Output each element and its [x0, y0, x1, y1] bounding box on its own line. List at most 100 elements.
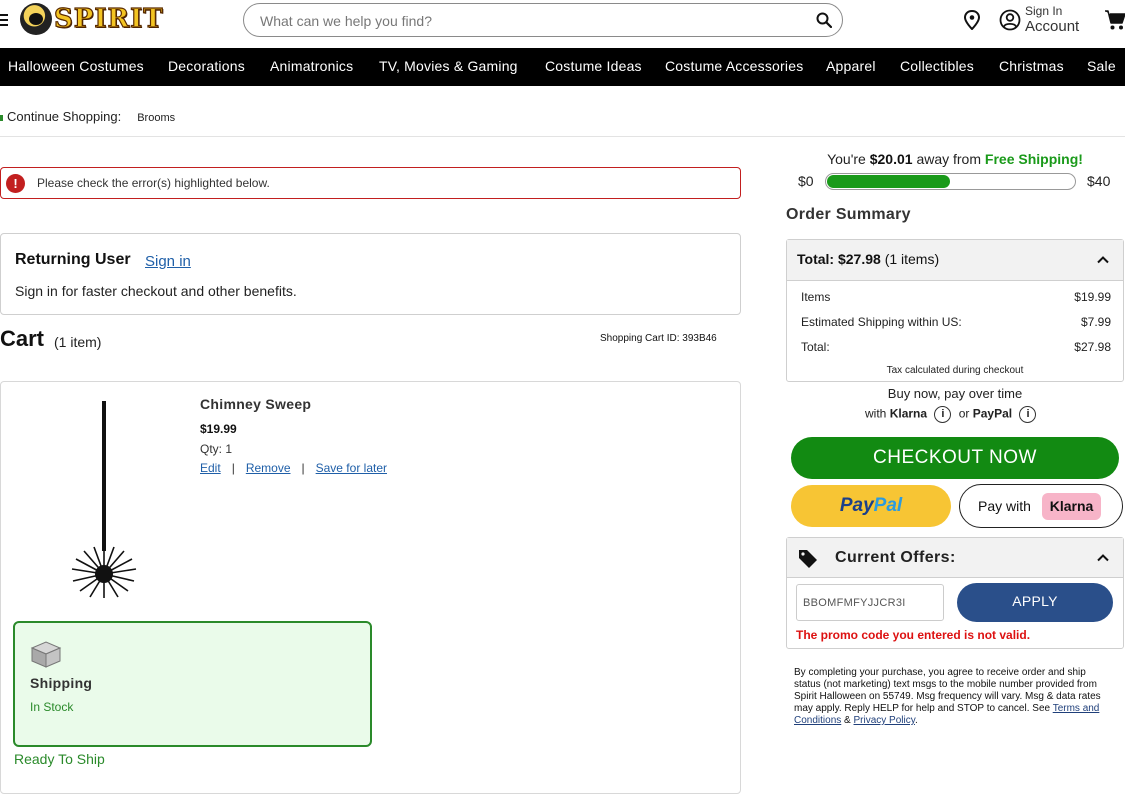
klarna-button[interactable]: Pay with Klarna: [959, 484, 1123, 528]
breadcrumb-marker: [0, 114, 3, 121]
bnpl-paypal: PayPal: [972, 406, 1013, 421]
cart-id: Shopping Cart ID: 393B46: [600, 333, 717, 344]
summary-row-items: Items $19.99: [801, 290, 1111, 304]
nav-item-costume-accessories[interactable]: Costume Accessories: [665, 58, 803, 74]
skull-logo-icon: [20, 3, 52, 35]
hamburger-icon[interactable]: [0, 14, 8, 26]
sign-in-link[interactable]: Sign in: [145, 253, 191, 270]
order-summary-panel: Total: $27.98 (1 items) Items $19.99 Est…: [786, 239, 1124, 382]
tax-note: Tax calculated during checkout: [886, 365, 1024, 376]
search-bar: [243, 3, 843, 37]
search-icon[interactable]: [816, 12, 832, 28]
order-total-label: Total:: [797, 251, 835, 267]
legal-end: .: [915, 715, 918, 726]
legal-amp: &: [844, 715, 851, 726]
current-offers-header[interactable]: Current Offers:: [787, 538, 1123, 578]
summary-row-total: Total: $27.98: [801, 340, 1111, 354]
tag-icon: [799, 550, 817, 568]
bnpl-message: Buy now, pay over time: [887, 386, 1023, 401]
chevron-up-icon[interactable]: [1097, 552, 1109, 564]
paypal-button[interactable]: PayPal: [791, 485, 951, 527]
nav-item-apparel[interactable]: Apparel: [826, 58, 876, 74]
account-icon[interactable]: [999, 9, 1021, 31]
summary-label: Estimated Shipping within US:: [801, 315, 962, 329]
ready-to-ship-status: Ready To Ship: [14, 751, 105, 767]
nav-item-tv-movies-gaming[interactable]: TV, Movies & Gaming: [379, 58, 518, 74]
nav-item-halloween-costumes[interactable]: Halloween Costumes: [8, 58, 144, 74]
checkout-now-button[interactable]: CHECKOUT NOW: [791, 437, 1119, 479]
remove-link[interactable]: Remove: [246, 461, 291, 475]
main-nav: Halloween Costumes Decorations Animatron…: [0, 48, 1125, 86]
returning-user-panel: Returning User Sign in Sign in for faste…: [0, 233, 741, 315]
progress-fill: [827, 175, 951, 188]
progress-max-label: $40: [1087, 173, 1111, 189]
progress-min-label: $0: [798, 173, 814, 189]
promo-error-message: The promo code you entered is not valid.: [796, 628, 1031, 642]
paypal-logo-pal: Pal: [873, 495, 903, 516]
order-total-items: (1 items): [884, 251, 940, 267]
nav-item-animatronics[interactable]: Animatronics: [270, 58, 353, 74]
product-actions: Edit | Remove | Save for later: [200, 461, 387, 475]
order-total-value: $27.98: [837, 251, 881, 267]
site-header: SPIRIT Sign In Account: [0, 0, 1125, 46]
product-image[interactable]: [68, 399, 140, 599]
free-shipping-label: Free Shipping!: [984, 151, 1083, 167]
info-icon[interactable]: i: [934, 406, 952, 423]
box-icon: [30, 641, 62, 668]
returning-user-subtitle: Sign in for faster checkout and other be…: [15, 283, 297, 299]
current-offers-title: Current Offers:: [835, 549, 956, 566]
promo-code-input[interactable]: [796, 584, 944, 621]
product-name[interactable]: Chimney Sweep: [200, 396, 311, 412]
breadcrumb: Continue Shopping: Brooms: [0, 109, 175, 124]
stock-status: In Stock: [30, 700, 74, 714]
nav-item-christmas[interactable]: Christmas: [999, 58, 1064, 74]
nav-item-collectibles[interactable]: Collectibles: [900, 58, 974, 74]
returning-user-title: Returning User: [15, 251, 131, 268]
paypal-logo-pay: Pay: [839, 495, 874, 516]
edit-link[interactable]: Edit: [200, 461, 221, 475]
free-shipping-middle: away from: [916, 151, 982, 167]
privacy-link[interactable]: Privacy Policy: [854, 715, 916, 726]
separator: |: [301, 461, 305, 475]
info-icon[interactable]: i: [1019, 406, 1037, 423]
divider: [0, 136, 1125, 137]
error-icon: !: [6, 174, 25, 193]
location-icon[interactable]: [963, 10, 981, 30]
nav-item-costume-ideas[interactable]: Costume Ideas: [545, 58, 642, 74]
summary-value: $19.99: [1074, 290, 1111, 304]
summary-value: $7.99: [1080, 315, 1111, 329]
summary-label: Total:: [801, 340, 830, 354]
nav-item-decorations[interactable]: Decorations: [168, 58, 245, 74]
order-total: Total: $27.98 (1 items): [797, 251, 939, 267]
nav-item-sale[interactable]: Sale: [1087, 58, 1116, 74]
order-summary-header[interactable]: Total: $27.98 (1 items): [787, 240, 1123, 281]
product-quantity: Qty: 1: [200, 442, 233, 456]
free-shipping-message: You're $20.01 away from Free Shipping!: [786, 151, 1124, 167]
breadcrumb-link-brooms[interactable]: Brooms: [137, 112, 175, 124]
apply-promo-button[interactable]: APPLY: [957, 583, 1113, 622]
error-message: Please check the error(s) highlighted be…: [37, 176, 270, 190]
cart-icon[interactable]: [1104, 9, 1125, 31]
logo-text: SPIRIT: [53, 3, 164, 34]
account-label: Account: [1025, 18, 1080, 35]
bnpl-with: with: [865, 406, 887, 421]
cart-item-count: (1 item): [54, 334, 102, 350]
summary-value: $27.98: [1074, 340, 1111, 354]
save-for-later-link[interactable]: Save for later: [316, 461, 387, 475]
breadcrumb-label: Continue Shopping:: [7, 109, 122, 124]
product-price: $19.99: [200, 422, 237, 436]
free-shipping-prefix: You're: [827, 151, 866, 167]
order-summary-heading: Order Summary: [786, 206, 911, 223]
bnpl-or: or: [958, 406, 970, 421]
search-input[interactable]: [258, 10, 798, 32]
spirit-logo[interactable]: SPIRIT: [20, 3, 163, 37]
free-shipping-amount: $20.01: [869, 151, 913, 167]
bnpl-klarna: Klarna: [889, 406, 928, 421]
account-link[interactable]: Sign In Account: [1025, 4, 1079, 34]
summary-row-shipping: Estimated Shipping within US: $7.99: [801, 315, 1111, 329]
pay-with-label: Pay with: [978, 498, 1031, 514]
chevron-up-icon[interactable]: [1097, 254, 1109, 266]
shipping-title: Shipping: [30, 675, 93, 691]
sign-in-label: Sign In: [1025, 4, 1063, 18]
bnpl-providers: with Klarna i or PayPal i: [865, 406, 1040, 423]
